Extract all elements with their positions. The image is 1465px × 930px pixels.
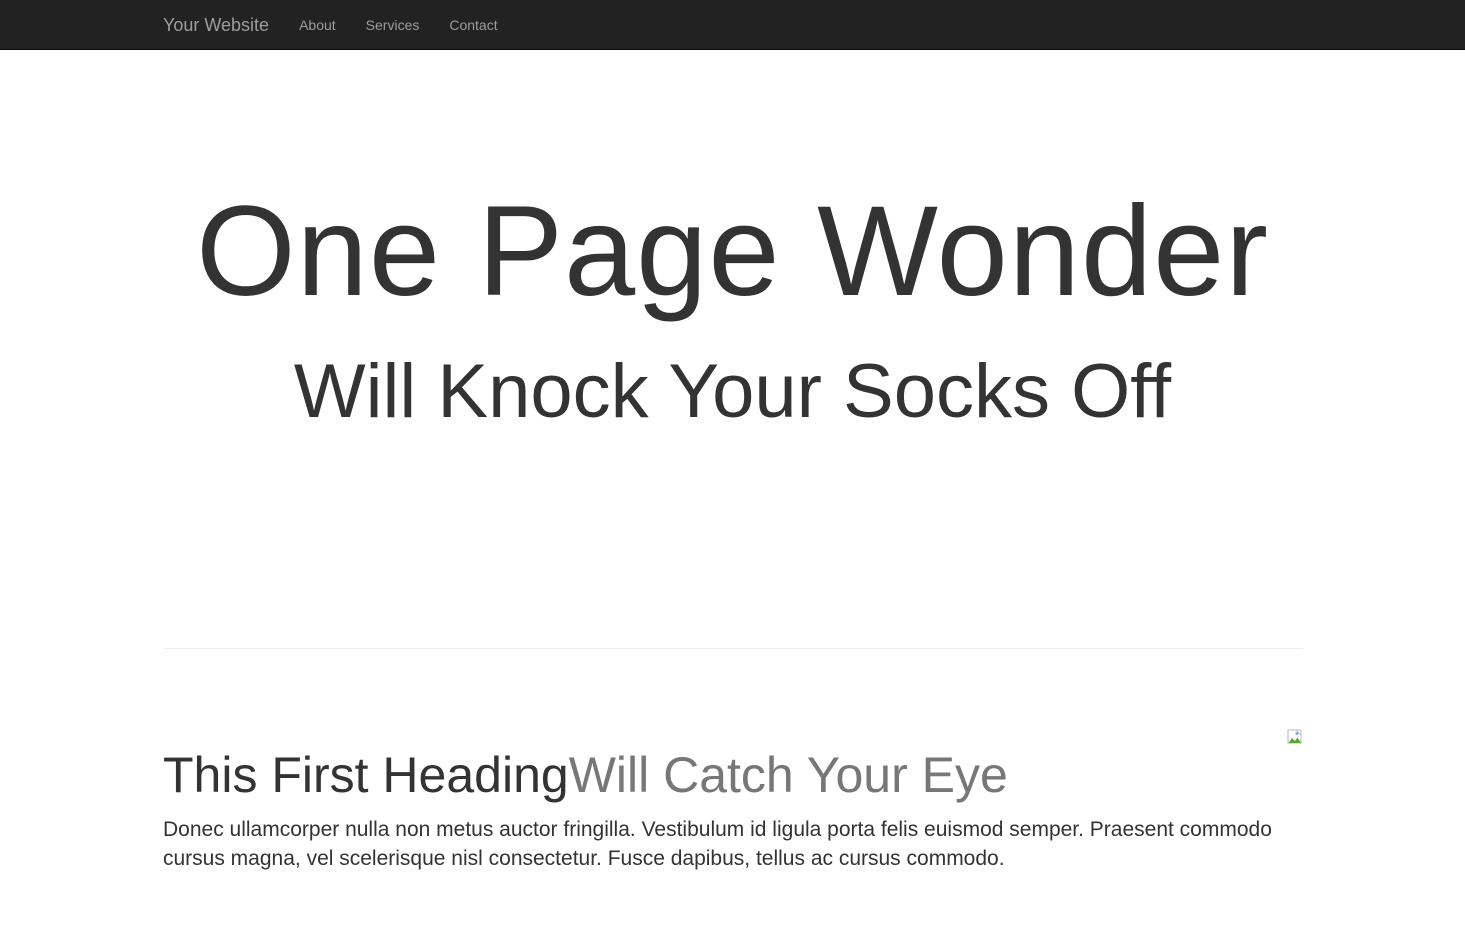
- hero-subtitle: Will Knock Your Socks Off: [293, 349, 1172, 434]
- nav-link-contact[interactable]: Contact: [449, 17, 497, 33]
- feature-heading-main: This First Heading: [163, 747, 569, 803]
- feature-paragraph: Donec ullamcorper nulla non metus auctor…: [163, 818, 1272, 870]
- navbar-container: Your Website About Services Contact: [163, 0, 528, 50]
- feature-heading-muted: Will Catch Your Eye: [568, 747, 1008, 803]
- brand-link[interactable]: Your Website: [163, 15, 269, 36]
- feature-heading: This First HeadingWill Catch Your Eye: [163, 748, 1008, 803]
- nav-link-about[interactable]: About: [299, 17, 336, 33]
- broken-image-icon: [1287, 729, 1303, 745]
- nav-link-services[interactable]: Services: [366, 17, 420, 33]
- hero-title: One Page Wonder: [196, 180, 1269, 323]
- top-navbar: Your Website About Services Contact: [0, 0, 1465, 50]
- section-divider: [163, 648, 1303, 649]
